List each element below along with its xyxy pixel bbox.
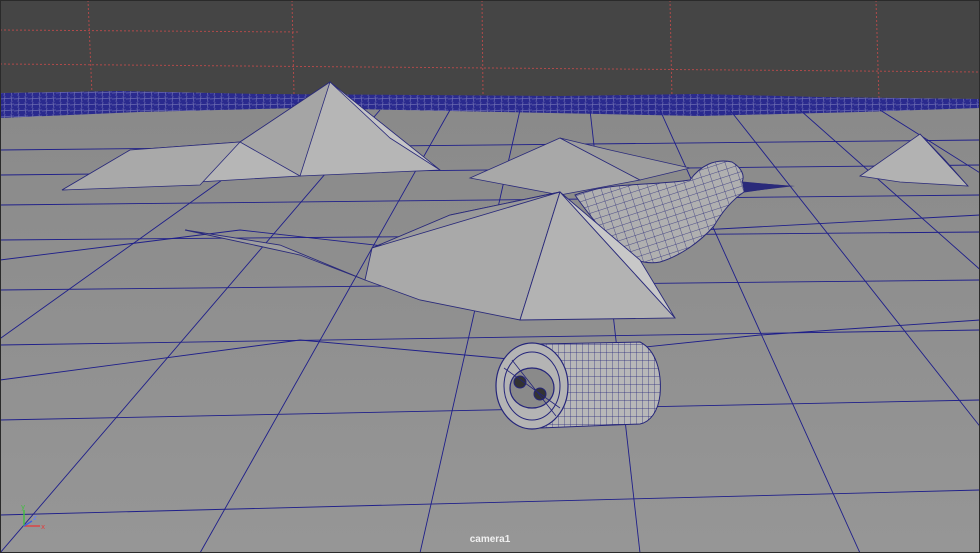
maya-perspective-viewport[interactable]: y z x camera1 [0, 0, 980, 553]
axis-y-label: y [21, 503, 25, 511]
can-mesh [495, 341, 661, 430]
axis-gizmo: y z x [21, 503, 45, 531]
scene-view[interactable] [0, 0, 980, 553]
axis-x-label: x [41, 523, 45, 531]
axis-z-label: z [33, 514, 37, 522]
